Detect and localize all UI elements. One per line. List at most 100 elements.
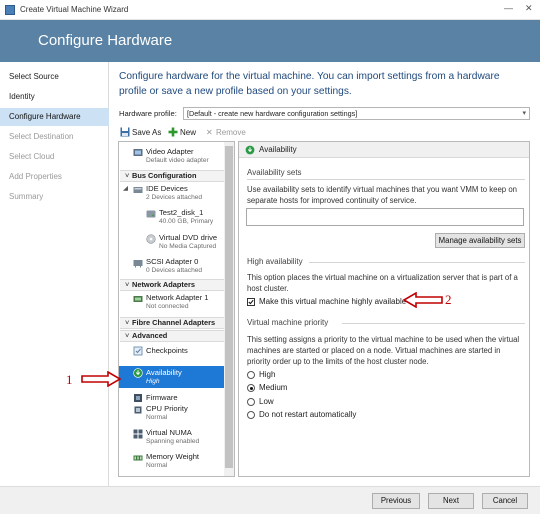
page-title: Configure Hardware bbox=[38, 32, 173, 49]
tree-item-name: Virtual DVD drive bbox=[159, 233, 218, 242]
availability-sets-field[interactable] bbox=[246, 208, 524, 226]
availability-icon bbox=[245, 145, 255, 155]
tree-item-checkpoints[interactable]: Checkpoints bbox=[119, 345, 226, 359]
category-label: Bus Configuration bbox=[132, 171, 197, 180]
next-button[interactable]: Next bbox=[428, 493, 474, 509]
checkmark-icon bbox=[248, 299, 254, 305]
nav-item-add-properties: Add Properties bbox=[9, 172, 62, 181]
tree-scrollbar-thumb[interactable] bbox=[225, 146, 233, 468]
remove-icon: ✕ bbox=[206, 128, 213, 137]
wizard-header: Configure Hardware bbox=[0, 20, 540, 62]
memory-icon bbox=[133, 455, 143, 461]
network-adapter-icon bbox=[133, 296, 143, 302]
tree-item-ide-devices[interactable]: ◢ IDE Devices 2 Devices attached bbox=[119, 184, 226, 206]
video-adapter-icon bbox=[133, 149, 143, 156]
tree-item-disk[interactable]: Test2_disk_1 40.00 GB, Primary bbox=[119, 208, 226, 230]
tree-item-name: Test2_disk_1 bbox=[159, 208, 204, 217]
tree-item-virtual-numa[interactable]: Virtual NUMA Spanning enabled bbox=[119, 428, 226, 450]
tree-item-scsi[interactable]: SCSI Adapter 0 0 Devices attached bbox=[119, 257, 226, 279]
nav-item-select-destination: Select Destination bbox=[9, 132, 74, 141]
scsi-adapter-icon bbox=[133, 260, 143, 268]
ide-devices-icon bbox=[133, 187, 143, 193]
app-icon bbox=[5, 5, 15, 15]
divider bbox=[309, 262, 525, 263]
priority-no-restart-radio[interactable] bbox=[247, 411, 255, 419]
tree-item-name: Video Adapter bbox=[146, 147, 194, 156]
tree-item-sub: 40.00 GB, Primary bbox=[159, 218, 214, 225]
hardware-profile-value: [Default - create new hardware configura… bbox=[187, 109, 358, 118]
tree-item-name: CPU Priority bbox=[146, 404, 188, 413]
collapse-icon: ˅ bbox=[125, 171, 130, 180]
hardware-profile-select[interactable]: [Default - create new hardware configura… bbox=[183, 107, 530, 120]
priority-high-label[interactable]: High bbox=[259, 370, 275, 379]
high-availability-description: This option places the virtual machine o… bbox=[247, 273, 518, 293]
hardware-profile-label: Hardware profile: bbox=[119, 109, 177, 118]
collapse-icon: ˅ bbox=[125, 331, 130, 340]
previous-button[interactable]: Previous bbox=[372, 493, 420, 509]
collapse-arrow-icon: ◢ bbox=[123, 185, 129, 192]
tree-item-video-adapter[interactable]: Video Adapter Default video adapter bbox=[119, 147, 226, 169]
close-icon[interactable]: ✕ bbox=[525, 3, 533, 14]
annotation-number-2: 2 bbox=[445, 292, 452, 307]
numa-icon bbox=[133, 429, 143, 439]
category-label: Fibre Channel Adapters bbox=[132, 318, 216, 327]
annotation-number-1: 1 bbox=[66, 372, 73, 387]
high-availability-heading: High availability bbox=[247, 257, 303, 266]
tree-item-memory-weight[interactable]: Memory Weight Normal bbox=[119, 452, 226, 474]
collapse-icon: ˅ bbox=[125, 318, 130, 327]
save-icon bbox=[120, 127, 130, 137]
cancel-button[interactable]: Cancel bbox=[482, 493, 528, 509]
tree-item-sub: 2 Devices attached bbox=[146, 194, 203, 201]
priority-medium-label[interactable]: Medium bbox=[259, 383, 287, 392]
tree-item-name: Virtual NUMA bbox=[146, 428, 192, 437]
nav-item-configure-hardware[interactable]: Configure Hardware bbox=[0, 108, 109, 126]
intro-text: Configure hardware for the virtual machi… bbox=[119, 71, 500, 97]
highly-available-checkbox[interactable] bbox=[247, 298, 255, 306]
tree-item-sub: 0 Devices attached bbox=[146, 267, 203, 274]
tree-item-sub: Not connected bbox=[146, 303, 189, 310]
window-title: Create Virtual Machine Wizard bbox=[20, 5, 129, 14]
priority-no-restart-label[interactable]: Do not restart automatically bbox=[259, 410, 356, 419]
tree-item-sub: Normal bbox=[146, 462, 168, 469]
collapse-icon: ˅ bbox=[125, 280, 130, 289]
highly-available-label[interactable]: Make this virtual machine highly availab… bbox=[259, 297, 406, 306]
priority-low-radio[interactable] bbox=[247, 398, 255, 406]
checkpoints-icon bbox=[133, 346, 143, 356]
category-fibre-channel-adapters[interactable]: ˅ Fibre Channel Adapters bbox=[120, 317, 226, 329]
tree-item-name: Availability bbox=[146, 368, 182, 377]
remove-button: ✕ Remove bbox=[206, 127, 246, 139]
nav-item-select-source[interactable]: Select Source bbox=[0, 68, 109, 86]
tree-item-cpu-priority[interactable]: CPU Priority Normal bbox=[119, 404, 226, 426]
availability-sets-description: Use availability sets to identify virtua… bbox=[247, 185, 517, 205]
category-label: Network Adapters bbox=[132, 280, 195, 289]
tree-item-name: Memory Weight bbox=[146, 452, 200, 461]
wizard-nav: Select Source Identity Configure Hardwar… bbox=[0, 62, 109, 486]
priority-low-label[interactable]: Low bbox=[259, 397, 274, 406]
priority-medium-radio[interactable] bbox=[247, 384, 255, 392]
vm-priority-description: This setting assigns a priority to the v… bbox=[247, 335, 520, 366]
remove-label: Remove bbox=[216, 128, 246, 137]
new-button[interactable]: New bbox=[168, 127, 196, 139]
tree-item-name: IDE Devices bbox=[146, 184, 188, 193]
chevron-down-icon: ▾ bbox=[522, 110, 526, 117]
tree-item-availability[interactable]: Availability High bbox=[119, 366, 226, 388]
save-as-button[interactable]: Save As bbox=[120, 127, 161, 139]
category-network-adapters[interactable]: ˅ Network Adapters bbox=[120, 279, 226, 291]
hardware-tree: Video Adapter Default video adapter ˅ Bus… bbox=[118, 141, 235, 477]
manage-availability-sets-button[interactable]: Manage availability sets bbox=[435, 233, 525, 248]
priority-high-radio[interactable] bbox=[247, 371, 255, 379]
tree-item-network-adapter-1[interactable]: Network Adapter 1 Not connected bbox=[119, 293, 226, 315]
minimize-icon[interactable]: — bbox=[504, 3, 513, 13]
tree-item-sub: No Media Captured bbox=[159, 243, 217, 250]
nav-item-identity[interactable]: Identity bbox=[0, 88, 109, 106]
tree-item-dvd[interactable]: Virtual DVD drive No Media Captured bbox=[119, 233, 226, 255]
dvd-icon bbox=[146, 234, 156, 244]
availability-sets-heading: Availability sets bbox=[247, 168, 302, 177]
annotation-arrow-left-icon bbox=[402, 292, 443, 308]
category-bus-configuration[interactable]: ˅ Bus Configuration bbox=[120, 170, 226, 182]
tree-item-sub: Spanning enabled bbox=[146, 438, 200, 445]
panel-title: Availability bbox=[259, 145, 297, 154]
category-advanced[interactable]: ˅ Advanced bbox=[120, 330, 226, 342]
title-bar: Create Virtual Machine Wizard — ✕ bbox=[0, 0, 540, 20]
tree-item-name: Checkpoints bbox=[146, 346, 188, 355]
